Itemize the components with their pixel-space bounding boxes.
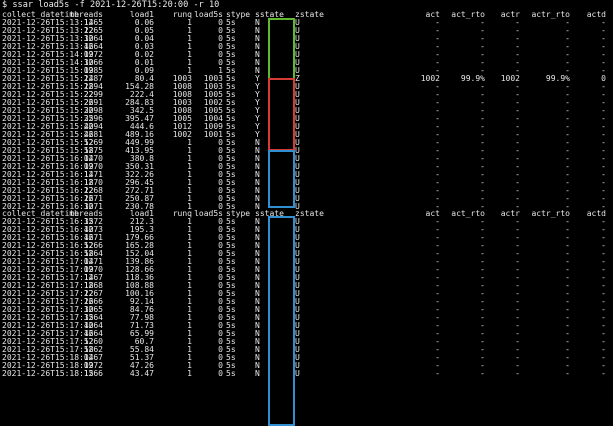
cell-actd: - [601, 369, 606, 378]
cell-runq: 1 [187, 369, 192, 378]
load5s-recovery-highlight [268, 150, 295, 208]
cell-collect-datetime: 2021-12-26T15:18:15 [2, 369, 94, 378]
cell-act-rto: - [480, 369, 485, 378]
cell-act: - [435, 369, 440, 378]
cell-zstate: U [295, 369, 300, 378]
load5s-spike-highlight [268, 78, 295, 151]
command-line: $ ssar load5s -f 2021-12-26T15:20:00 -r … [2, 0, 220, 10]
cell-sstate: N [255, 369, 260, 378]
cell-load1: 43.47 [129, 369, 154, 378]
terminal-window[interactable]: $ ssar load5s -f 2021-12-26T15:20:00 -r … [0, 0, 613, 426]
load5s-block2-highlight [268, 216, 295, 426]
table-row: 2021-12-26T15:18:15 1266 43.47 1 0 5s N U - - - - - [0, 370, 613, 378]
cell-actr-rto: - [565, 369, 570, 378]
cell-actr: - [515, 369, 520, 378]
cell-threads: 1266 [83, 369, 103, 378]
load5s-idle-highlight [268, 18, 295, 80]
cell-load5s: 0 [218, 369, 223, 378]
cell-stype: 5s [226, 369, 236, 378]
